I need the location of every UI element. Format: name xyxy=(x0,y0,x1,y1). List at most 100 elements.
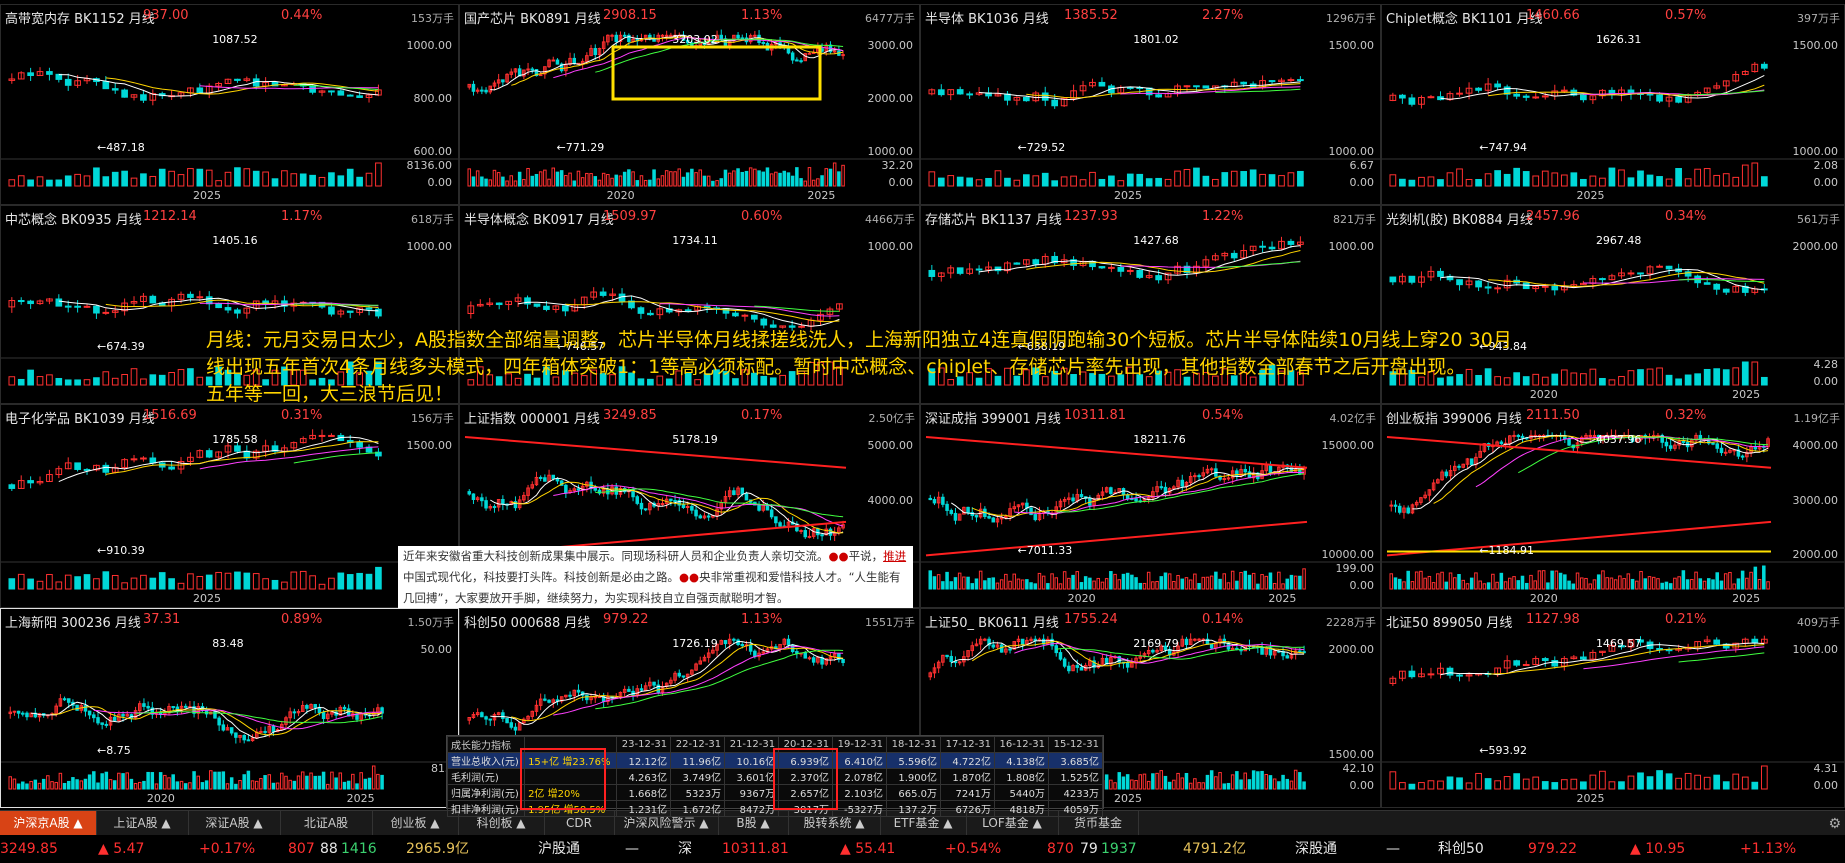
volume-bar xyxy=(799,178,803,187)
volume-bar xyxy=(1113,573,1117,590)
volume-bar xyxy=(158,772,163,790)
candle-body xyxy=(365,307,373,310)
volume-bar xyxy=(1138,774,1143,790)
volume-bar xyxy=(1109,779,1113,790)
tab-1[interactable]: 上证A股 ▲ xyxy=(96,811,189,835)
volume-bar xyxy=(1684,374,1692,386)
chart-panel-p3[interactable]: 半导体 BK1036 月线 1385.52 2.27% 1296万手 1500.00 10… xyxy=(920,4,1381,205)
volume-bar xyxy=(96,782,100,790)
high-annotation: 1427.68 xyxy=(1133,234,1179,247)
volume-bar xyxy=(631,171,635,187)
candle-body xyxy=(932,499,937,504)
ma20-line xyxy=(1583,646,1765,670)
volume-bar xyxy=(204,780,209,790)
chart-panel-p1[interactable]: 高带宽内存 BK1152 月线 937.00 0.44% 153万手 1000.00 80… xyxy=(0,4,459,205)
volume-bar xyxy=(1580,781,1587,790)
candle-body xyxy=(1243,468,1248,473)
volume-bar xyxy=(1637,772,1644,790)
volume-bar xyxy=(1453,577,1457,590)
hk-connect-sh[interactable]: 沪股通 xyxy=(538,835,580,863)
volume-bar xyxy=(1104,774,1109,790)
volume-bar xyxy=(1537,570,1542,590)
volume-bar xyxy=(1302,781,1306,790)
volume-bar xyxy=(1278,175,1285,187)
volume-bar xyxy=(1673,577,1677,590)
volume-bar xyxy=(309,772,313,790)
candle-body xyxy=(46,71,53,75)
volume-axis-label: 199.00 xyxy=(1335,562,1375,575)
volume-bar xyxy=(937,177,945,187)
chart-panel-p12[interactable]: 创业板指 399006 月线 2111.50 0.32% 1.19亿手 4000.00 3… xyxy=(1381,404,1845,608)
chart-panel-p2[interactable]: 国产芯片 BK0891 月线 2908.15 1.13% 6477万手 3000.00 2… xyxy=(459,4,920,205)
volume-bar xyxy=(732,170,736,187)
volume-bar xyxy=(685,172,690,187)
volume-bar xyxy=(1516,580,1521,590)
chart-panel-p16[interactable]: 北证50 899050 月线 1127.98 0.21% 409万手 1000.00 4.… xyxy=(1381,608,1845,808)
volume-bar xyxy=(1159,770,1164,790)
volume-bar xyxy=(576,170,581,187)
news-link[interactable]: 推进 xyxy=(883,549,906,563)
candle-body xyxy=(1287,240,1295,245)
fin-cell: -5327万 xyxy=(832,800,888,817)
volume-bar xyxy=(1079,179,1087,187)
chart-panel-p11[interactable]: 深证成指 399001 月线 10311.81 0.54% 4.02亿手 15000.0… xyxy=(920,404,1381,608)
volume-axis-label: 0.00 xyxy=(1813,375,1839,388)
volume-bar xyxy=(1230,774,1235,790)
volume-bar xyxy=(1108,175,1115,187)
volume-bar xyxy=(1302,568,1306,590)
volume-bar xyxy=(475,170,480,187)
ma5-line xyxy=(1412,435,1769,510)
tab-3[interactable]: 北证A股 xyxy=(280,811,373,835)
candle-body xyxy=(832,50,837,53)
chart-panel-p4[interactable]: Chiplet概念 BK1101 月线 1460.66 0.57% 397万手 1500… xyxy=(1381,4,1845,205)
tab-0[interactable]: 沪深京A股 ▲ xyxy=(0,811,97,835)
volume-bar xyxy=(1647,576,1652,590)
volume-bar xyxy=(1589,368,1597,386)
candle-body xyxy=(1193,475,1197,478)
volume-bar xyxy=(1008,580,1012,590)
news-line-2b: 央非常重视和爱惜科技人才。“人生能有 xyxy=(699,570,901,584)
volume-bar xyxy=(12,778,17,790)
volume-bar xyxy=(1732,583,1736,590)
sh-index-value: 3249.85 xyxy=(0,841,58,857)
volume-bar xyxy=(17,573,25,590)
volume-bar xyxy=(1113,782,1117,790)
volume-bar xyxy=(328,577,335,590)
chart-panel-p13[interactable]: 上海新阳 300236 月线 37.31 0.89% 1.50万手 50.00 815 20… xyxy=(0,608,459,808)
candle-body xyxy=(1108,266,1115,269)
volume-bar xyxy=(275,782,280,790)
ma30-line xyxy=(293,452,379,464)
volume-bar xyxy=(744,170,749,187)
candle-body xyxy=(1058,652,1063,660)
candle-body xyxy=(321,712,326,720)
tab-2[interactable]: 深证A股 ▲ xyxy=(188,811,281,835)
volume-bar xyxy=(1100,581,1105,590)
volume-bar xyxy=(1646,174,1654,187)
candle-body xyxy=(1713,283,1721,290)
high-annotation: 3203.02 xyxy=(672,33,718,46)
hk-connect-sz[interactable]: 深股通 xyxy=(1295,835,1337,863)
volume-bar xyxy=(46,179,53,187)
volume-bar xyxy=(614,174,619,187)
volume-bar xyxy=(8,179,16,187)
candle-body xyxy=(342,706,347,710)
volume-bar xyxy=(828,168,833,187)
volume-bar xyxy=(37,782,42,790)
volume-bar xyxy=(803,180,808,187)
gear-icon[interactable]: ⚙ xyxy=(1828,816,1841,832)
volume-bar xyxy=(753,168,757,187)
tab-4[interactable]: 创业板 ▲ xyxy=(372,811,459,835)
volume-axis-label: 0.00 xyxy=(427,176,453,189)
candle-body xyxy=(562,305,569,312)
volume-bar xyxy=(55,179,63,187)
volume-bar xyxy=(1532,776,1540,790)
volume-bar xyxy=(17,378,25,386)
volume-bar xyxy=(1121,573,1126,590)
volume-bar xyxy=(1627,775,1635,790)
candle-body xyxy=(677,672,682,677)
ma20-line xyxy=(553,485,844,527)
volume-bar xyxy=(1289,574,1294,590)
volume-bar xyxy=(1408,783,1416,790)
candle-body xyxy=(974,515,979,518)
chart-panel-p9[interactable]: 电子化学品 BK1039 月线1516.690.31%156万手1500.001… xyxy=(0,404,459,608)
